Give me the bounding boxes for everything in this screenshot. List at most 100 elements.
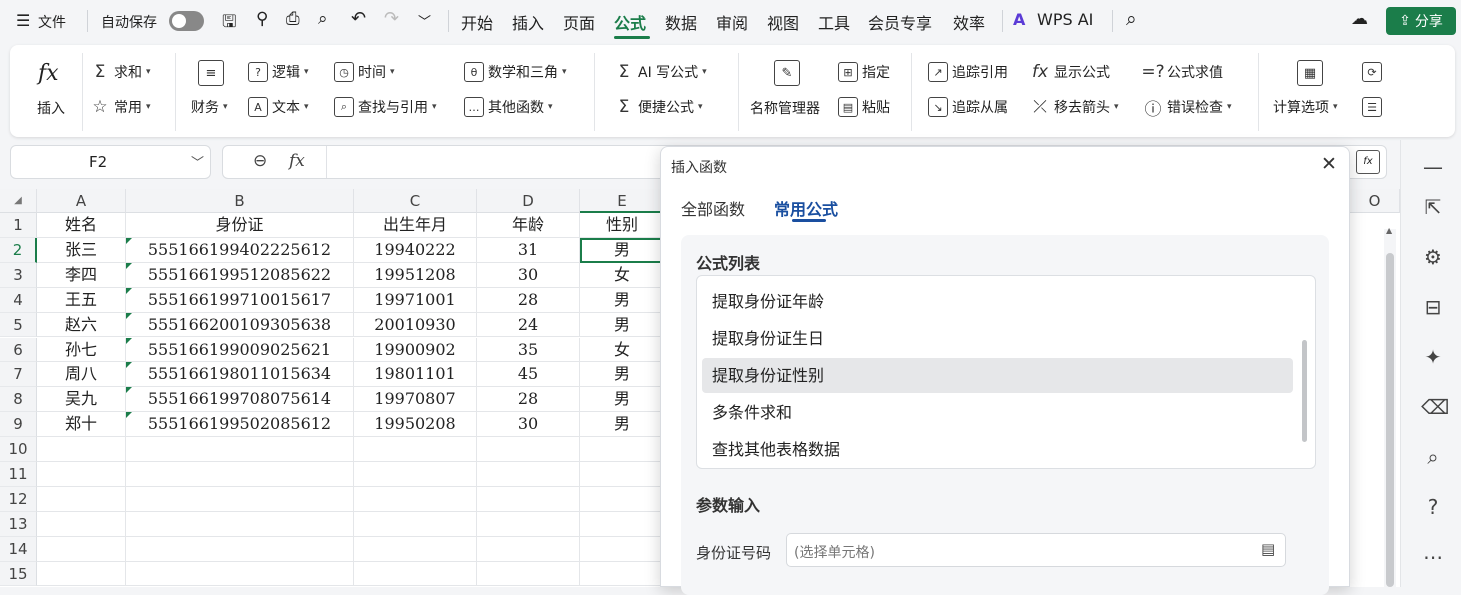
math-button[interactable]: θ 数学和三角 ▾ bbox=[464, 62, 567, 82]
error-check-button[interactable]: ⓘ 错误检查 ▾ bbox=[1143, 97, 1232, 120]
row-header[interactable]: 5 bbox=[0, 312, 37, 338]
recalc-icon[interactable]: ⟳ bbox=[1362, 62, 1382, 82]
table-cell[interactable]: 20010930 bbox=[354, 312, 477, 338]
table-cell[interactable]: 19900902 bbox=[354, 337, 477, 363]
empty-cell[interactable] bbox=[477, 462, 580, 487]
column-header-d[interactable]: D bbox=[477, 189, 580, 213]
ai-formula-button[interactable]: Σ AI 写公式 ▾ bbox=[614, 62, 707, 82]
empty-cell[interactable] bbox=[37, 462, 126, 487]
table-cell[interactable]: 28 bbox=[477, 387, 580, 413]
table-cell[interactable]: 王五 bbox=[37, 287, 126, 313]
list-item[interactable]: 提取身份证年龄 bbox=[702, 284, 1293, 319]
tab-review[interactable]: 审阅 bbox=[716, 10, 748, 34]
trace-dependents-button[interactable]: ↘ 追踪从属 bbox=[928, 97, 1008, 117]
row-header[interactable]: 6 bbox=[0, 337, 37, 363]
table-cell[interactable]: 45 bbox=[477, 362, 580, 388]
column-header-a[interactable]: A bbox=[37, 189, 126, 213]
table-cell[interactable]: 28 bbox=[477, 287, 580, 313]
text-button[interactable]: A 文本 ▾ bbox=[248, 97, 309, 117]
tab-all-functions[interactable]: 全部函数 bbox=[681, 196, 745, 220]
select-range-icon[interactable]: ▤ bbox=[1261, 540, 1275, 558]
list-item[interactable]: 提取身份证生日 bbox=[702, 321, 1293, 356]
row-header[interactable]: 2 bbox=[0, 237, 37, 263]
logic-button[interactable]: ? 逻辑 ▾ bbox=[248, 62, 309, 82]
tools-icon[interactable]: ✦ bbox=[1421, 345, 1445, 369]
empty-cell[interactable] bbox=[580, 511, 665, 537]
row-header[interactable]: 15 bbox=[0, 561, 37, 587]
wps-ai-button[interactable]: WPS AI bbox=[1037, 10, 1093, 29]
empty-cell[interactable] bbox=[354, 437, 477, 462]
tab-data[interactable]: 数据 bbox=[665, 10, 697, 34]
select-all-corner[interactable]: ◢ bbox=[0, 189, 37, 213]
lookup-button[interactable]: ⌕ 查找与引用 ▾ bbox=[334, 97, 437, 117]
empty-cell[interactable] bbox=[580, 536, 665, 562]
layout-icon[interactable]: ⊟ bbox=[1421, 295, 1445, 319]
time-button[interactable]: ◷ 时间 ▾ bbox=[334, 62, 395, 82]
empty-cell[interactable] bbox=[477, 561, 580, 587]
table-cell[interactable]: 男 bbox=[580, 387, 665, 413]
empty-cell[interactable] bbox=[580, 486, 665, 512]
autosave-toggle[interactable] bbox=[169, 11, 204, 31]
row-header[interactable]: 10 bbox=[0, 437, 37, 462]
empty-cell[interactable] bbox=[354, 511, 477, 537]
tab-start[interactable]: 开始 bbox=[461, 10, 493, 34]
share-link-icon[interactable]: ⚲ bbox=[256, 9, 268, 29]
table-cell[interactable]: 24 bbox=[477, 312, 580, 338]
header-cell[interactable]: 出生年月 bbox=[354, 213, 477, 238]
sliders-icon[interactable]: ⚙ bbox=[1421, 245, 1445, 269]
menu-icon[interactable]: ☰ bbox=[16, 11, 30, 30]
row-header[interactable]: 14 bbox=[0, 536, 37, 562]
assign-button[interactable]: ⊞ 指定 bbox=[838, 62, 890, 82]
expand-formula-icon[interactable]: fx bbox=[1356, 150, 1380, 174]
vertical-scrollbar[interactable]: ▲ bbox=[1384, 226, 1396, 587]
table-cell[interactable]: 周八 bbox=[37, 362, 126, 388]
empty-cell[interactable] bbox=[580, 462, 665, 487]
remove-arrows-button[interactable]: ⤫ 移去箭头 ▾ bbox=[1030, 97, 1118, 117]
tab-formula[interactable]: 公式 bbox=[614, 10, 646, 34]
minimize-icon[interactable]: — bbox=[1421, 155, 1445, 179]
table-cell[interactable]: 男 bbox=[580, 287, 665, 313]
table-cell[interactable]: 555166200109305638 bbox=[126, 312, 354, 338]
other-functions-button[interactable]: … 其他函数 ▾ bbox=[464, 97, 553, 117]
table-cell[interactable]: 吴九 bbox=[37, 387, 126, 413]
tab-common-formulas[interactable]: 常用公式 bbox=[774, 196, 838, 220]
scroll-up-icon[interactable]: ▲ bbox=[1386, 226, 1392, 235]
table-cell[interactable]: 女 bbox=[580, 262, 665, 288]
header-cell[interactable]: 姓名 bbox=[37, 213, 126, 238]
tab-insert[interactable]: 插入 bbox=[512, 10, 544, 34]
table-cell[interactable]: 19971001 bbox=[354, 287, 477, 313]
table-cell[interactable]: 30 bbox=[477, 412, 580, 438]
empty-cell[interactable] bbox=[477, 536, 580, 562]
undo-icon[interactable]: ↶ bbox=[351, 8, 366, 29]
print-icon[interactable]: ⎙ bbox=[286, 9, 300, 29]
header-cell[interactable]: 年龄 bbox=[477, 213, 580, 238]
table-cell[interactable]: 郑十 bbox=[37, 412, 126, 438]
empty-cell[interactable] bbox=[354, 462, 477, 487]
evaluate-formula-button[interactable]: =? 公式求值 bbox=[1141, 62, 1223, 82]
table-cell[interactable]: 19940222 bbox=[354, 237, 477, 263]
name-manager-button[interactable]: 名称管理器 bbox=[750, 98, 820, 118]
empty-cell[interactable] bbox=[126, 486, 354, 512]
table-cell[interactable]: 31 bbox=[477, 237, 580, 263]
table-cell[interactable]: 男 bbox=[580, 237, 665, 263]
column-header-b[interactable]: B bbox=[126, 189, 354, 213]
insert-function-icon[interactable]: fx bbox=[38, 61, 59, 86]
table-cell[interactable]: 男 bbox=[580, 312, 665, 338]
paste-button[interactable]: ▤ 粘贴 bbox=[838, 97, 890, 117]
list-item[interactable]: 多条件求和 bbox=[702, 395, 1293, 430]
table-cell[interactable]: 孙七 bbox=[37, 337, 126, 363]
tab-member[interactable]: 会员专享 bbox=[868, 10, 932, 34]
tab-efficiency[interactable]: 效率 bbox=[953, 10, 985, 34]
fx-icon[interactable]: fx bbox=[289, 151, 305, 171]
table-cell[interactable]: 男 bbox=[580, 362, 665, 388]
wps-ai-logo-icon[interactable]: A bbox=[1013, 10, 1025, 29]
empty-cell[interactable] bbox=[126, 462, 354, 487]
table-cell[interactable]: 张三 bbox=[37, 237, 126, 263]
finance-button[interactable]: 财务 ▾ bbox=[191, 97, 228, 117]
quick-formula-button[interactable]: Σ 便捷公式 ▾ bbox=[614, 97, 703, 117]
table-cell[interactable]: 555166199708075614 bbox=[126, 387, 354, 413]
close-icon[interactable]: ✕ bbox=[1321, 153, 1337, 175]
empty-cell[interactable] bbox=[126, 511, 354, 537]
more-icon[interactable]: ⋯ bbox=[1421, 545, 1445, 569]
empty-cell[interactable] bbox=[477, 437, 580, 462]
